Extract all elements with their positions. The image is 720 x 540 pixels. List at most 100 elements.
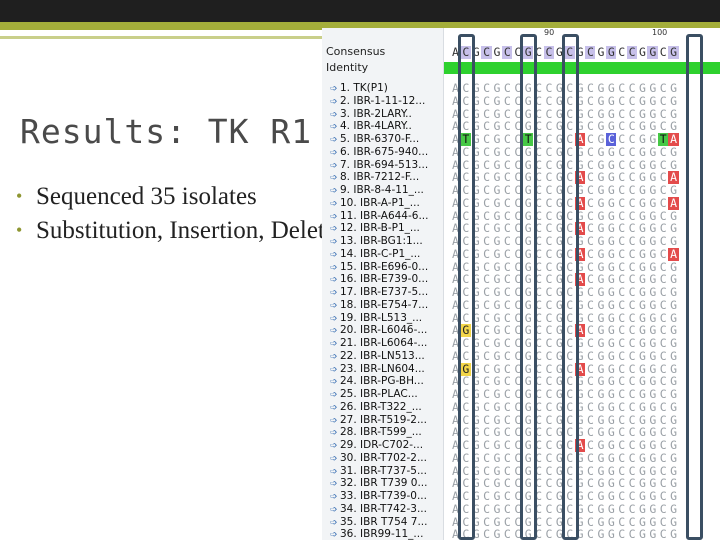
base: G	[639, 501, 646, 516]
sequence-label[interactable]: ➩ 29. IDR-C702-...	[330, 439, 423, 452]
base: G	[597, 144, 604, 159]
base: C	[483, 348, 490, 363]
sequence-name: 18. IBR-E754-7...	[340, 298, 429, 311]
base: G	[597, 246, 604, 261]
variant-base: A	[668, 195, 679, 210]
consensus-base: C	[585, 45, 596, 59]
base: G	[607, 297, 615, 312]
base: C	[659, 246, 667, 261]
sequence-name: 34. IBR-T742-3...	[340, 502, 427, 515]
sequence-name: 11. IBR-A644-6...	[340, 209, 429, 222]
sequence-label[interactable]: ➩ 2. IBR-1-11-12...	[330, 95, 425, 108]
sequence-name: 24. IBR-PG-BH...	[340, 375, 424, 388]
base: G	[607, 246, 615, 261]
base: C	[545, 501, 552, 516]
sequence-label[interactable]: ➩ 13. IBR-BG1:1...	[330, 235, 423, 248]
base: G	[649, 144, 656, 159]
sequence-name: 36. IBR99-11_...	[340, 528, 424, 540]
sequence-label[interactable]: ➩ 26. IBR-T322_...	[330, 401, 422, 414]
sequence-label[interactable]: ➩ 36. IBR99-11_...	[330, 528, 423, 540]
sequence-name: 27. IBR-T519-2...	[340, 413, 427, 426]
sequence-label[interactable]: ➩ 25. IBR-PLAC...	[330, 388, 418, 401]
sequence-label[interactable]: ➩ 8. IBR-7212-F...	[330, 171, 419, 184]
base: C	[483, 93, 490, 108]
base: C	[628, 297, 636, 312]
sequence-label[interactable]: ➩ 5. IBR-6370-F...	[330, 133, 419, 146]
sequence-label[interactable]: ➩ 9. IBR-8-4-11_...	[330, 184, 424, 197]
base: C	[545, 450, 552, 465]
sequence-label[interactable]: ➩ 17. IBR-E737-5...	[330, 286, 428, 299]
sequence-name: 2. IBR-1-11-12...	[340, 94, 426, 107]
base: G	[493, 527, 501, 540]
sequence-label[interactable]: ➩ 11. IBR-A644-6...	[330, 210, 428, 223]
base: C	[659, 450, 667, 465]
sequence-label[interactable]: ➩ 4. IBR-4LARY..	[330, 120, 412, 133]
base: C	[659, 527, 667, 540]
consensus-base: G	[668, 45, 679, 59]
base: C	[503, 93, 511, 108]
sequence-label[interactable]: ➩ 1. TK(P1)	[330, 82, 388, 95]
base: G	[639, 246, 646, 261]
sequence-label[interactable]: ➩ 32. IBR T739 0...	[330, 477, 427, 490]
variant-base: A	[668, 246, 679, 261]
sequence-label[interactable]: ➩ 20. IBR-L6046-...	[330, 324, 427, 337]
base: G	[670, 450, 677, 465]
base: G	[597, 348, 604, 363]
sequence-name: 29. IDR-C702-...	[340, 439, 424, 451]
identity-label: Identity	[326, 61, 369, 74]
base: C	[618, 144, 625, 159]
base: G	[670, 297, 677, 312]
base: G	[639, 297, 646, 312]
base: C	[503, 246, 511, 261]
sequence-name: 17. IBR-E737-5...	[340, 286, 429, 298]
sequence-label[interactable]: ➩ 31. IBR-T737-5...	[330, 465, 427, 478]
base: G	[493, 501, 501, 516]
sequence-label[interactable]: ➩ 19. IBR-L513_...	[330, 312, 422, 325]
base: C	[618, 399, 625, 414]
base: C	[659, 399, 667, 414]
base: G	[639, 195, 646, 210]
base: C	[545, 93, 552, 108]
sequence-label[interactable]: ➩ 21. IBR-L6064-...	[330, 337, 427, 350]
sequence-name: 10. IBR-A-P1_...	[340, 196, 420, 209]
sequence-label[interactable]: ➩ 34. IBR-T742-3...	[330, 503, 427, 516]
sequence-label[interactable]: ➩ 28. IBR-T599_...	[330, 426, 422, 439]
base: G	[670, 501, 677, 516]
base: G	[597, 399, 604, 414]
sequence-label[interactable]: ➩ 30. IBR-T702-2...	[330, 452, 427, 465]
consensus-base: C	[481, 45, 492, 59]
sequence-label[interactable]: ➩ 16. IBR-E739-0...	[330, 273, 428, 286]
sequence-label[interactable]: ➩ 27. IBR-T519-2...	[330, 414, 427, 427]
sequence-label[interactable]: ➩ 3. IBR-2LARY..	[330, 108, 412, 121]
highlight-column-box	[686, 34, 703, 540]
base: C	[587, 93, 594, 108]
base: C	[587, 399, 594, 414]
sequence-label[interactable]: ➩ 14. IBR-C-P1_...	[330, 248, 420, 261]
sequence-label[interactable]: ➩ 24. IBR-PG-BH...	[330, 375, 424, 388]
highlight-column-box	[458, 34, 475, 540]
base: G	[649, 348, 656, 363]
base: G	[639, 450, 646, 465]
sequence-label[interactable]: ➩ 7. IBR-694-513...	[330, 159, 428, 172]
consensus-base: C	[659, 45, 667, 59]
base: C	[483, 144, 490, 159]
sequence-label[interactable]: ➩ 10. IBR-A-P1_...	[330, 197, 420, 210]
sequence-label[interactable]: ➩ 12. IBR-B-P1_...	[330, 222, 420, 235]
bullet-text: Substitution, Insertion, Deletion	[36, 217, 357, 244]
sequence-label[interactable]: ➩ 35. IBR T754 7...	[330, 516, 427, 529]
base: C	[545, 144, 552, 159]
sequence-label[interactable]: ➩ 6. IBR-675-940...	[330, 146, 428, 159]
consensus-base: G	[597, 45, 604, 59]
sequence-label[interactable]: ➩ 22. IBR-LN513...	[330, 350, 425, 363]
sequence-name: 23. IBR-LN604...	[340, 362, 425, 375]
base: C	[659, 348, 667, 363]
base: C	[587, 144, 594, 159]
sequence-label[interactable]: ➩ 33. IBR-T739-0...	[330, 490, 427, 503]
sequence-label[interactable]: ➩ 15. IBR-E696-0...	[330, 261, 428, 274]
identity-segment	[444, 62, 720, 74]
base: C	[587, 246, 594, 261]
sequence-label[interactable]: ➩ 23. IBR-LN604...	[330, 363, 425, 376]
sequence-label[interactable]: ➩ 18. IBR-E754-7...	[330, 299, 428, 312]
base: C	[483, 501, 490, 516]
base: C	[628, 93, 636, 108]
